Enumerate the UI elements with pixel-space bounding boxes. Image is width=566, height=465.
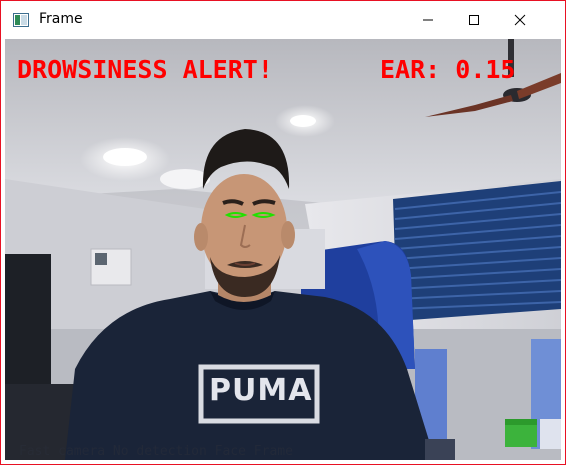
app-frame-icon (13, 12, 29, 27)
close-button[interactable] (497, 1, 543, 39)
minimize-icon (423, 19, 433, 21)
faded-status-text: Fast camera No detection Face Frame (19, 444, 293, 459)
ear-readout: EAR: 0.15 (380, 55, 516, 84)
maximize-icon (469, 15, 479, 25)
shirt-logo-text: PUMA (209, 373, 313, 408)
minimize-button[interactable] (405, 1, 451, 39)
title-bar[interactable]: Frame (1, 1, 565, 39)
close-icon (514, 14, 526, 26)
ear-label: EAR: (380, 55, 441, 84)
maximize-button[interactable] (451, 1, 497, 39)
window-title: Frame (39, 11, 83, 27)
drowsiness-alert-text: DROWSINESS ALERT! (17, 55, 273, 84)
window-blinds (393, 181, 561, 321)
ear-value: 0.15 (455, 55, 516, 84)
camera-frame: PUMA DROWSINESS ALERT! EAR: 0.15 Fast ca… (5, 39, 561, 460)
app-window: Frame PUMA DROWSINESS ALERT! EAR: 0.15 F… (0, 0, 566, 465)
